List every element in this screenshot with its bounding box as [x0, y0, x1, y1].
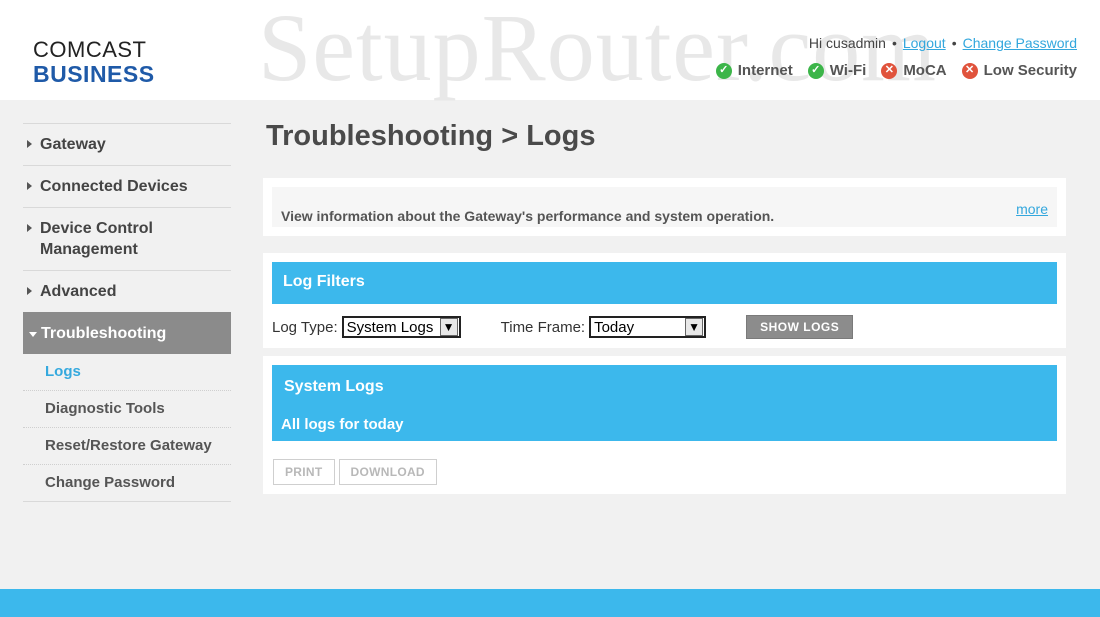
- sidebar-item-label: Troubleshooting: [41, 325, 167, 342]
- user-greeting: Hi cusadmin: [808, 35, 886, 51]
- system-logs-subheading: All logs for today: [281, 416, 404, 433]
- check-icon: ✓: [807, 62, 824, 79]
- troubleshooting-submenu: Logs Diagnostic Tools Reset/Restore Gate…: [23, 354, 231, 502]
- separator-dot: •: [951, 35, 957, 51]
- status-label: Wi-Fi: [829, 62, 867, 79]
- log-type-value: System Logs: [346, 318, 434, 336]
- caret-right-icon: [27, 182, 32, 190]
- caret-down-icon: [29, 332, 37, 337]
- system-logs-heading: System Logs: [284, 378, 384, 395]
- caret-right-icon: [27, 140, 32, 148]
- log-filters-heading: Log Filters: [272, 262, 1057, 304]
- sidebar-item-device-control[interactable]: Device Control Management: [23, 207, 231, 270]
- info-box: View information about the Gateway's per…: [272, 187, 1057, 227]
- time-frame-value: Today: [594, 318, 635, 336]
- status-bar: ✓ Internet ✓ Wi-Fi ✕ MoCA ✕ Low Security: [715, 62, 1077, 79]
- status-security[interactable]: ✕ Low Security: [961, 62, 1077, 79]
- sidebar-item-label: Connected Devices: [40, 178, 188, 195]
- sidebar-item-label: Device Control Management: [40, 220, 153, 258]
- change-password-link[interactable]: Change Password: [963, 35, 1077, 51]
- status-wifi[interactable]: ✓ Wi-Fi: [807, 62, 867, 79]
- sidebar-item-connected-devices[interactable]: Connected Devices: [23, 165, 231, 207]
- x-icon: ✕: [881, 62, 898, 79]
- logo-line-2: BUSINESS: [33, 61, 155, 87]
- sidebar-item-troubleshooting[interactable]: Troubleshooting: [23, 312, 231, 354]
- watermark: SetupRouter.com: [258, 0, 937, 101]
- logout-link[interactable]: Logout: [903, 35, 946, 51]
- footer-bar: [0, 589, 1100, 617]
- chevron-down-icon: ▼: [439, 318, 458, 336]
- user-bar: Hi cusadmin • Logout • Change Password: [809, 35, 1077, 51]
- download-button[interactable]: DOWNLOAD: [338, 459, 437, 485]
- sidebar-item-advanced[interactable]: Advanced: [23, 270, 231, 312]
- time-frame-label: Time Frame:: [500, 318, 586, 336]
- sidebar-subitem-diagnostic-tools[interactable]: Diagnostic Tools: [23, 391, 231, 428]
- more-link[interactable]: more: [1016, 201, 1048, 217]
- info-text: View information about the Gateway's per…: [281, 208, 775, 224]
- caret-right-icon: [27, 287, 32, 295]
- time-frame-select[interactable]: Today ▼: [589, 316, 707, 338]
- status-moca[interactable]: ✕ MoCA: [881, 62, 947, 79]
- x-icon: ✕: [961, 62, 978, 79]
- system-logs-header: System Logs All logs for today: [272, 365, 1057, 441]
- status-label: Low Security: [983, 62, 1077, 79]
- info-panel: View information about the Gateway's per…: [263, 178, 1066, 236]
- sidebar: Gateway Connected Devices Device Control…: [23, 123, 231, 502]
- system-logs-panel: System Logs All logs for today PRINT DOW…: [263, 356, 1066, 494]
- status-label: MoCA: [903, 62, 947, 79]
- sidebar-item-label: Advanced: [40, 283, 117, 300]
- caret-right-icon: [27, 224, 32, 232]
- header: SetupRouter.com COMCAST BUSINESS Hi cusa…: [0, 0, 1100, 101]
- logo-line-1: COMCAST: [33, 37, 147, 62]
- status-internet[interactable]: ✓ Internet: [715, 62, 793, 79]
- logs-button-row: PRINT DOWNLOAD: [273, 459, 437, 485]
- print-button[interactable]: PRINT: [273, 459, 335, 485]
- log-filters-panel: Log Filters Log Type: System Logs ▼ Time…: [263, 253, 1066, 348]
- chevron-down-icon: ▼: [685, 318, 704, 336]
- log-type-select[interactable]: System Logs ▼: [341, 316, 461, 338]
- sidebar-subitem-reset-restore[interactable]: Reset/Restore Gateway: [23, 428, 231, 465]
- filter-row: Log Type: System Logs ▼ Time Frame: Toda…: [272, 315, 854, 339]
- log-type-label: Log Type:: [272, 318, 338, 336]
- comcast-business-logo[interactable]: COMCAST BUSINESS: [33, 38, 155, 87]
- show-logs-button[interactable]: SHOW LOGS: [746, 315, 854, 339]
- status-label: Internet: [737, 62, 793, 79]
- sidebar-item-label: Gateway: [40, 136, 106, 153]
- check-icon: ✓: [715, 62, 732, 79]
- page-title: Troubleshooting > Logs: [266, 120, 596, 152]
- sidebar-subitem-logs[interactable]: Logs: [23, 354, 231, 391]
- separator-dot: •: [891, 35, 897, 51]
- sidebar-subitem-change-password[interactable]: Change Password: [23, 465, 231, 501]
- sidebar-item-gateway[interactable]: Gateway: [23, 123, 231, 165]
